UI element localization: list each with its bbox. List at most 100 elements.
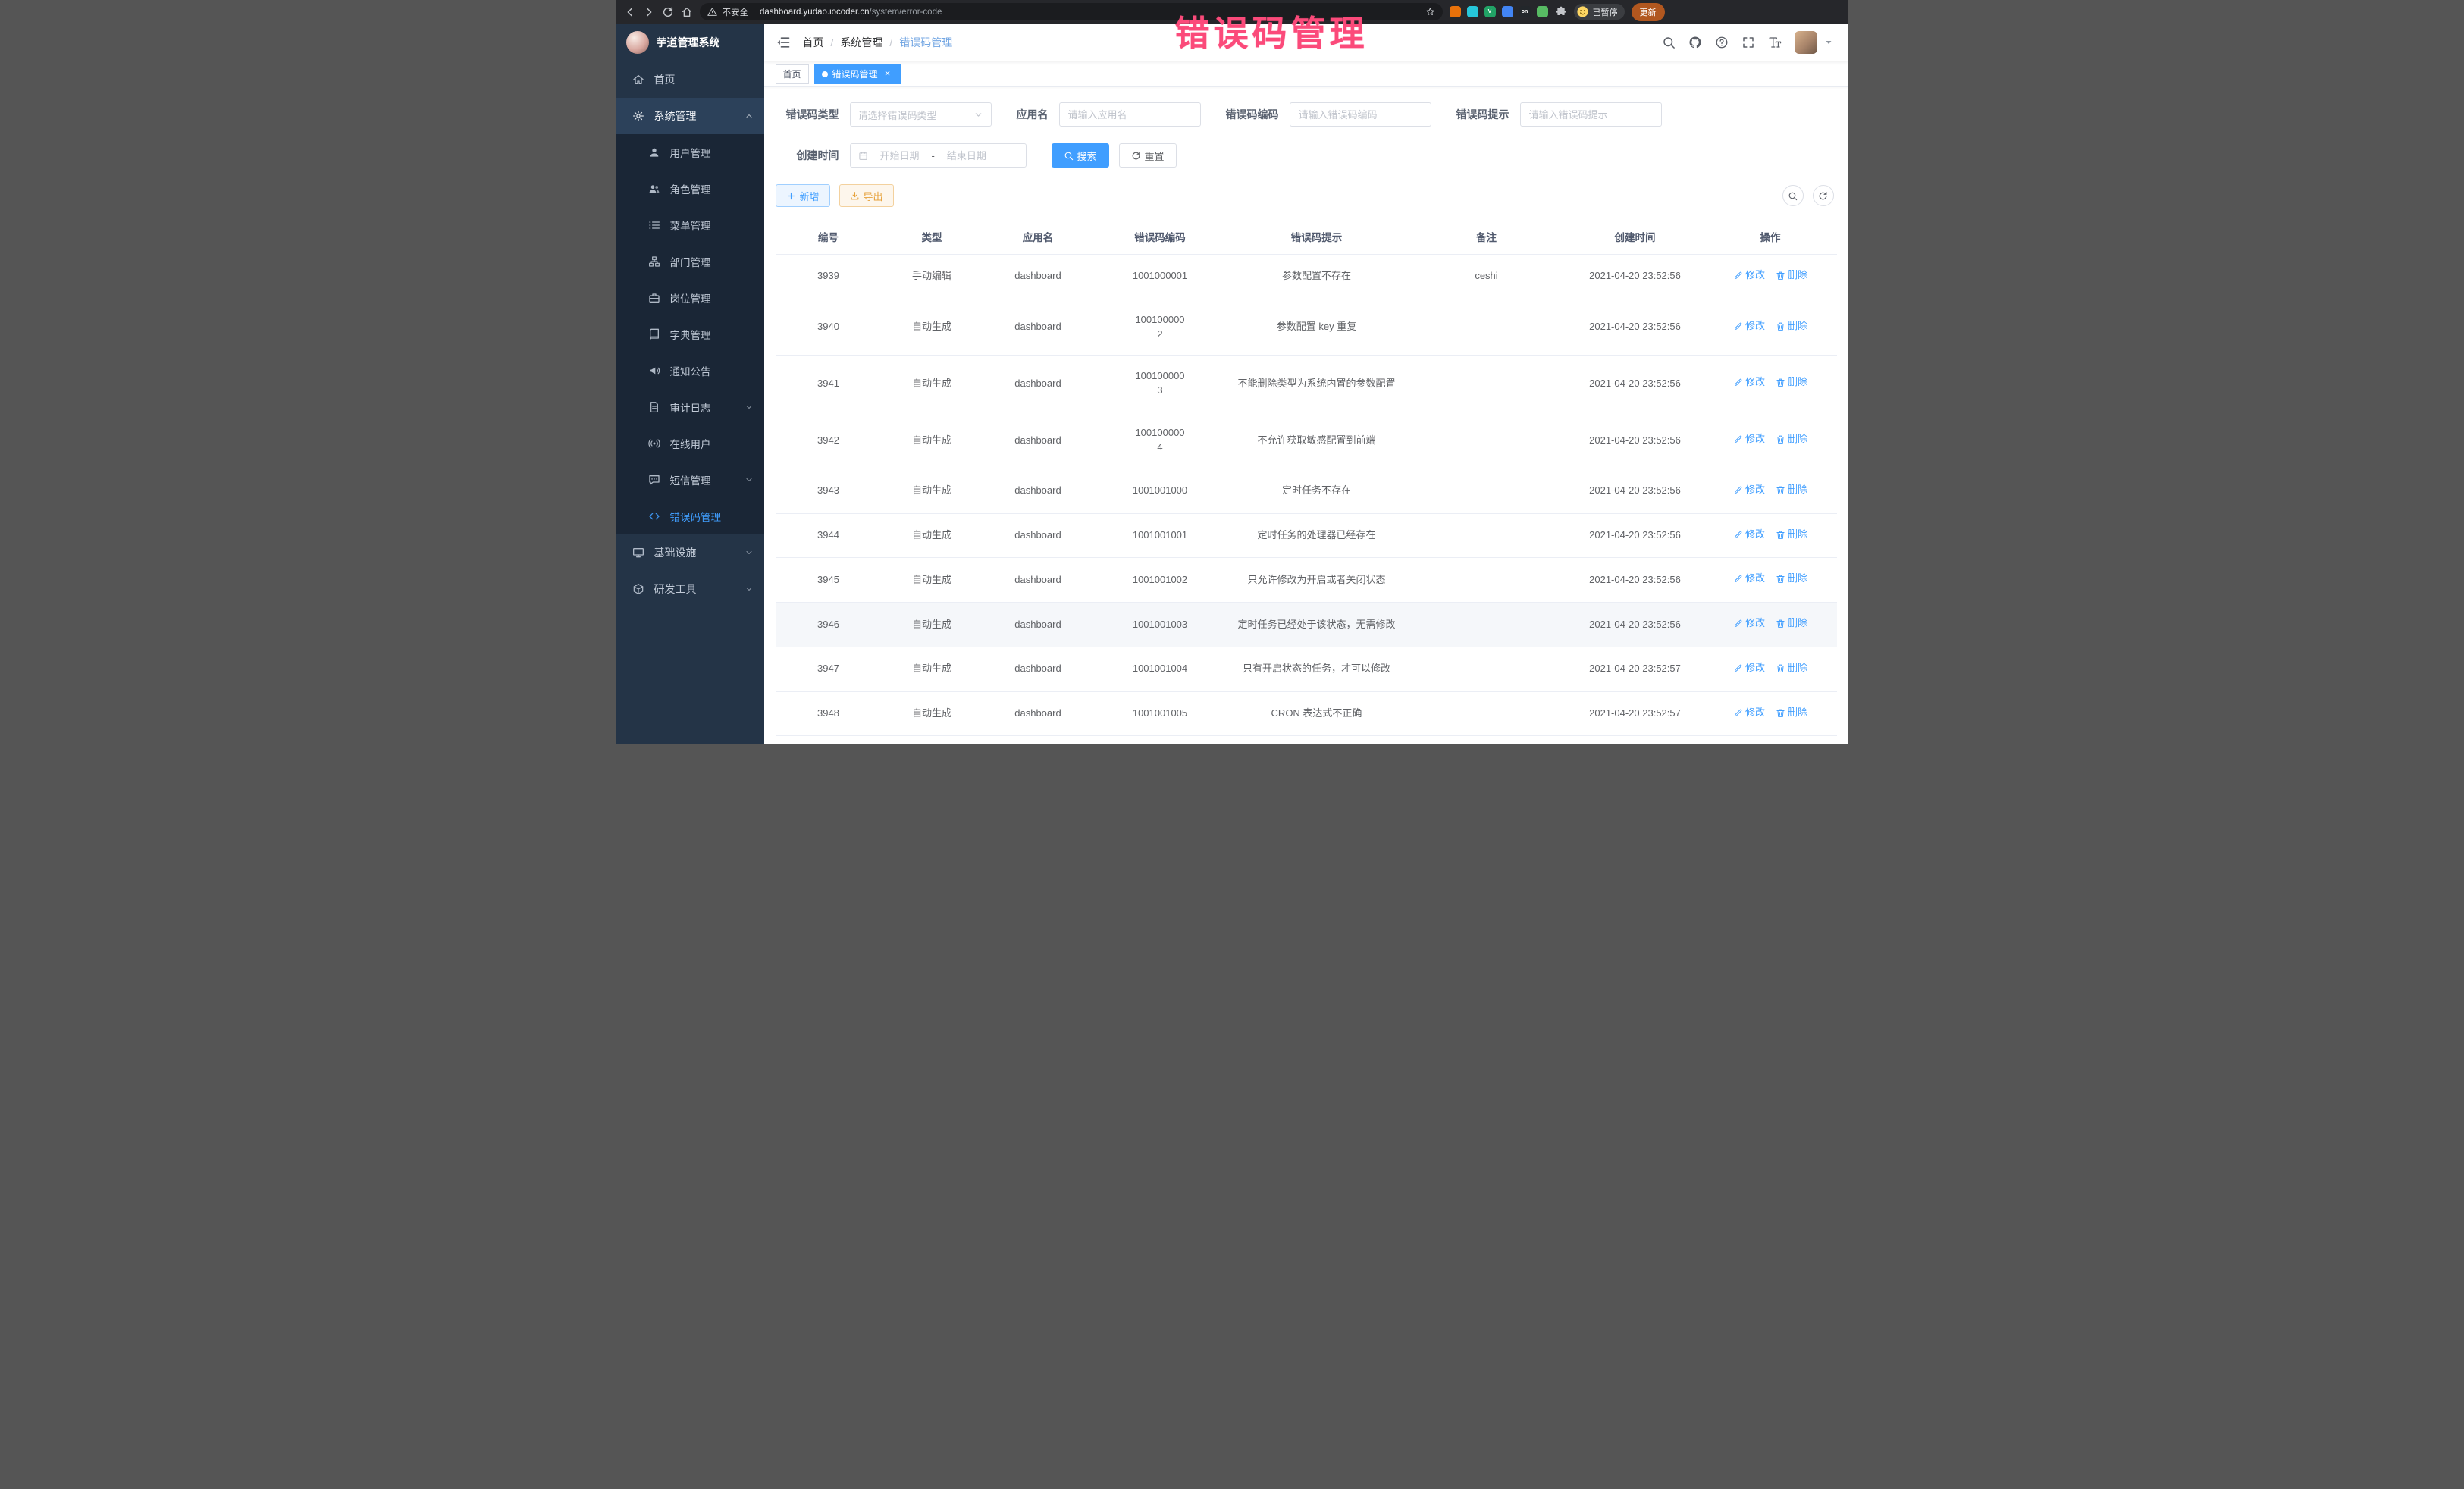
edit-link[interactable]: 修改 (1733, 572, 1765, 586)
edit-link[interactable]: 修改 (1733, 528, 1765, 542)
sidebar-item[interactable]: 首页 (616, 61, 764, 98)
row-operations: 修改删除 (1704, 691, 1837, 736)
delete-icon (1776, 378, 1785, 387)
fullscreen-icon[interactable] (1741, 36, 1755, 49)
delete-link[interactable]: 删除 (1776, 268, 1807, 283)
browser-home-icon[interactable] (681, 6, 693, 18)
sidebar-item[interactable]: 审计日志 (616, 389, 764, 425)
filter-form-row1: 错误码类型 请选择错误码类型 应用名 错误码编码 (776, 102, 1837, 127)
start-date-input[interactable] (873, 150, 927, 161)
delete-link[interactable]: 删除 (1776, 616, 1807, 631)
extension-grid-colorful-icon[interactable] (1502, 6, 1513, 17)
edit-link[interactable]: 修改 (1733, 706, 1765, 720)
edit-link[interactable]: 修改 (1733, 661, 1765, 676)
table-header-row: 编号类型应用名错误码编码错误码提示备注创建时间操作 (776, 219, 1837, 255)
date-range-picker[interactable]: - (850, 143, 1027, 168)
edit-link[interactable]: 修改 (1733, 432, 1765, 447)
extension-leaf-green-icon[interactable] (1537, 6, 1548, 17)
extension-drop-teal-icon[interactable] (1467, 6, 1478, 17)
sidebar-item[interactable]: 短信管理 (616, 462, 764, 498)
end-date-input[interactable] (939, 150, 994, 161)
browser-profile-button[interactable]: 已暂停 (1574, 4, 1625, 20)
tag-item[interactable]: 首页 (776, 64, 809, 84)
tag-item[interactable]: 错误码管理× (814, 64, 901, 84)
row-app: dashboard (983, 558, 1094, 603)
sidebar-item-label: 字典管理 (670, 327, 754, 342)
sidebar-item[interactable]: 通知公告 (616, 353, 764, 389)
delete-link-label: 删除 (1788, 375, 1807, 390)
url-path: /system/error-code (870, 8, 942, 17)
sidebar-item[interactable]: 字典管理 (616, 316, 764, 353)
row-id: 3947 (776, 647, 882, 691)
error-type-placeholder: 请选择错误码类型 (858, 108, 937, 122)
sidebar-item[interactable]: 角色管理 (616, 171, 764, 207)
edit-link[interactable]: 修改 (1733, 483, 1765, 497)
delete-link[interactable]: 删除 (1776, 528, 1807, 542)
delete-link[interactable]: 删除 (1776, 661, 1807, 676)
delete-link[interactable]: 删除 (1776, 572, 1807, 586)
delete-link[interactable]: 删除 (1776, 432, 1807, 447)
forward-icon[interactable] (643, 6, 655, 18)
hamburger-icon[interactable] (776, 35, 791, 50)
edit-link[interactable]: 修改 (1733, 319, 1765, 334)
breadcrumb-item[interactable]: 首页 (803, 35, 824, 50)
tag-close-icon[interactable]: × (882, 69, 893, 80)
add-button[interactable]: 新增 (776, 184, 830, 207)
app-name-input[interactable] (1059, 102, 1201, 127)
sidebar-item[interactable]: 基础设施 (616, 534, 764, 571)
delete-link-label: 删除 (1788, 319, 1807, 334)
row-hint: 定时任务的处理器已经存在 (1227, 513, 1407, 558)
error-hint-input[interactable] (1520, 102, 1662, 127)
sidebar-item[interactable]: 岗位管理 (616, 280, 764, 316)
app-logo[interactable]: 芋道管理系统 (616, 24, 764, 61)
font-size-icon[interactable] (1768, 36, 1782, 49)
puzzle-icon[interactable] (1555, 6, 1567, 18)
book-icon (648, 328, 660, 340)
delete-link[interactable]: 删除 (1776, 375, 1807, 390)
delete-link[interactable]: 删除 (1776, 483, 1807, 497)
reset-button[interactable]: 重置 (1119, 143, 1177, 168)
toggle-search-button[interactable] (1782, 185, 1804, 206)
row-code: 1001001001 (1094, 513, 1227, 558)
filter-form-row2: 创建时间 - 搜索 重置 (776, 143, 1837, 168)
extension-globe-orange-icon[interactable] (1450, 6, 1461, 17)
caret-down-icon[interactable] (1824, 38, 1833, 47)
error-type-select[interactable]: 请选择错误码类型 (850, 102, 992, 127)
user-avatar[interactable] (1795, 31, 1817, 54)
filter-error-code: 错误码编码 (1226, 102, 1431, 127)
address-bar[interactable]: 不安全 dashboard.yudao.iocoder.cn/system/er… (700, 3, 1443, 20)
error-code-input[interactable] (1290, 102, 1431, 127)
delete-link[interactable]: 删除 (1776, 706, 1807, 720)
edit-link[interactable]: 修改 (1733, 268, 1765, 283)
star-icon[interactable] (1425, 7, 1435, 17)
browser-update-button[interactable]: 更新 (1632, 3, 1665, 21)
sidebar-item[interactable]: 错误码管理 (616, 498, 764, 534)
row-type: 自动生成 (882, 356, 983, 412)
sidebar-item[interactable]: 部门管理 (616, 243, 764, 280)
header-search-icon[interactable] (1662, 36, 1676, 49)
delete-link[interactable]: 删除 (1776, 319, 1807, 334)
breadcrumb-item[interactable]: 系统管理 (840, 35, 882, 50)
back-icon[interactable] (624, 6, 636, 18)
edit-icon (1733, 485, 1743, 495)
sidebar-item[interactable]: 用户管理 (616, 134, 764, 171)
extension-check-green-icon[interactable]: V (1484, 6, 1496, 17)
sidebar-item[interactable]: 系统管理 (616, 98, 764, 134)
delete-icon (1776, 485, 1785, 495)
refresh-table-button[interactable] (1813, 185, 1834, 206)
search-button-label: 搜索 (1077, 149, 1097, 163)
sidebar-item[interactable]: 菜单管理 (616, 207, 764, 243)
sidebar-item[interactable]: 在线用户 (616, 425, 764, 462)
extension-on-dark-icon[interactable]: on (1519, 6, 1531, 17)
edit-link[interactable]: 修改 (1733, 616, 1765, 631)
reload-icon[interactable] (662, 6, 674, 18)
help-icon[interactable] (1715, 36, 1729, 49)
sidebar-item[interactable]: 研发工具 (616, 571, 764, 607)
row-id: 3941 (776, 356, 882, 412)
export-button[interactable]: 导出 (839, 184, 894, 207)
github-icon[interactable] (1688, 36, 1702, 49)
delete-link-label: 删除 (1788, 528, 1807, 542)
search-button[interactable]: 搜索 (1052, 143, 1109, 168)
edit-link[interactable]: 修改 (1733, 375, 1765, 390)
row-created: 2021-04-20 23:52:56 (1566, 412, 1704, 469)
